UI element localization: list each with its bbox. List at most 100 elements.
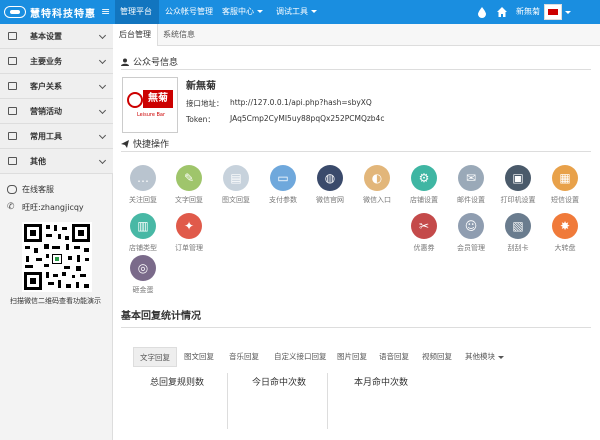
quick-op-gear[interactable]: ⚙ 店铺设置 xyxy=(402,165,448,211)
plane-icon xyxy=(121,140,129,148)
account-logo: 無菊 Leisure Bar xyxy=(122,77,178,133)
sidebar-item-customer-relations[interactable]: 客户关系 xyxy=(0,74,113,99)
quick-op-news[interactable]: ▤ 图文回复 xyxy=(214,165,260,211)
folder-icon xyxy=(8,57,17,65)
icon-glyph: ▧ xyxy=(512,219,524,233)
icon-glyph: ✦ xyxy=(183,219,195,233)
brand-name: 慧特科技特惠 xyxy=(30,9,96,20)
quick-op-printer[interactable]: ▣ 打印机设置 xyxy=(496,165,542,211)
quick-op-edit[interactable]: ✎ 文字回复 xyxy=(167,165,213,211)
quick-op-scratch[interactable]: ▧ 刮刮卡 xyxy=(496,213,542,259)
avatar[interactable] xyxy=(544,4,562,20)
account-section-title: 公众号信息 xyxy=(121,55,178,68)
section-title-text: 公众号信息 xyxy=(133,58,179,68)
topnav-item-debug-tools[interactable]: 调试工具 xyxy=(276,0,317,24)
topnav-label: 公众帐号管理 xyxy=(165,7,213,16)
logo-subtitle: Leisure Bar xyxy=(136,112,166,118)
quick-op-cart[interactable]: ✦ 订单管理 xyxy=(167,213,213,259)
icon-glyph: ◍ xyxy=(324,171,336,185)
chevron-down-icon[interactable] xyxy=(565,11,571,14)
quick-op-clipboard[interactable]: ▦ 短信设置 xyxy=(543,165,589,211)
stats-tab-4[interactable]: 图片回复 xyxy=(331,347,373,367)
sidebar-item-label: 常用工具 xyxy=(30,132,62,141)
sidebar: 基本设置 主要业务 客户关系 营销活动 常用工具 其他 在线客服 ✆ 旺旺:zh… xyxy=(0,24,113,440)
sidebar-item-main-business[interactable]: 主要业务 xyxy=(0,49,113,74)
icon-glyph: ✎ xyxy=(183,171,195,185)
sidebar-item-other[interactable]: 其他 xyxy=(0,149,113,174)
stats-tab-6[interactable]: 视频回复 xyxy=(416,347,458,367)
quick-op-mail[interactable]: ✉ 邮件设置 xyxy=(449,165,495,211)
sidebar-item-label: 主要业务 xyxy=(30,57,62,66)
quick-op-label: 大转盘 xyxy=(554,244,576,252)
topnav-item-service-center[interactable]: 客服中心 xyxy=(222,0,263,24)
cube-icon xyxy=(8,32,17,40)
droplet-icon[interactable] xyxy=(476,6,488,18)
chevron-down-icon xyxy=(311,10,317,13)
api-url-value: http://127.0.0.1/api.php?hash=sbyXQ xyxy=(230,98,372,107)
icon-glyph: … xyxy=(137,171,149,185)
icon-glyph: ◎ xyxy=(137,261,149,275)
stats-tabs: 文字回复 图文回复 音乐回复 自定义接口回复 图片回复 语音回复 视频回复 其他模块 xyxy=(133,347,533,367)
stat-today-hits: 今日命中次数 xyxy=(231,375,327,427)
qr-caption: 扫描微信二维码查看功能演示 xyxy=(10,297,101,305)
tab-label: 后台管理 xyxy=(119,30,151,39)
icon-glyph: ⚙ xyxy=(418,171,430,185)
chevron-down-icon xyxy=(98,56,107,65)
icon-glyph: ✉ xyxy=(465,171,477,185)
monitor-icon xyxy=(8,157,17,165)
sidebar-item-tools[interactable]: 常用工具 xyxy=(0,124,113,149)
chevron-down-icon xyxy=(98,106,107,115)
tab-backend-admin[interactable]: 后台管理 xyxy=(113,24,158,46)
home-icon[interactable] xyxy=(496,6,508,18)
wangwang-contact[interactable]: ✆ 旺旺:zhangjicqy xyxy=(7,202,84,214)
menu-toggle-icon[interactable]: ≡ xyxy=(101,5,110,18)
quick-op-label: 订单管理 xyxy=(175,244,203,252)
divider xyxy=(227,373,228,429)
icon-glyph: ▭ xyxy=(277,171,289,185)
coupon-icon: ✂ xyxy=(411,213,437,239)
chat-icon: … xyxy=(130,165,156,191)
egg-icon: ◎ xyxy=(130,255,156,281)
sidebar-item-marketing[interactable]: 营销活动 xyxy=(0,99,113,124)
news-icon: ▤ xyxy=(223,165,249,191)
stats-tab-0[interactable]: 文字回复 xyxy=(133,347,177,367)
api-url-row: 接口地址： http://127.0.0.1/api.php?hash=sbyX… xyxy=(186,98,372,109)
quick-op-wheel[interactable]: ✸ 大转盘 xyxy=(543,213,589,259)
online-service-link[interactable]: 在线客服 xyxy=(7,184,54,196)
divider xyxy=(327,373,328,429)
stats-tab-5[interactable]: 语音回复 xyxy=(373,347,415,367)
quick-op-card[interactable]: ▭ 支付参数 xyxy=(261,165,307,211)
stats-tab-2[interactable]: 音乐回复 xyxy=(223,347,265,367)
api-url-label: 接口地址： xyxy=(186,99,224,108)
stats-tab-7[interactable]: 其他模块 xyxy=(459,347,510,367)
chat-bubble-icon xyxy=(7,185,17,194)
current-user-name[interactable]: 新無菊 xyxy=(516,0,540,24)
quick-op-member[interactable]: ☺ 会员管理 xyxy=(449,213,495,259)
brand-logo-icon xyxy=(4,6,26,18)
main-content: 公众号信息 無菊 Leisure Bar 新無菊 接口地址： http://12… xyxy=(113,47,600,440)
chevron-down-icon xyxy=(257,10,263,13)
phone-icon: ✆ xyxy=(7,202,15,212)
sidebar-item-label: 基本设置 xyxy=(30,32,62,41)
wrench-icon xyxy=(8,132,17,140)
account-name: 新無菊 xyxy=(186,81,216,92)
quick-op-egg[interactable]: ◎ 砸金蛋 xyxy=(121,255,167,301)
topnav-item-account-manage[interactable]: 公众帐号管理 xyxy=(165,0,213,24)
quick-op-globe[interactable]: ◍ 微信官网 xyxy=(308,165,354,211)
brand[interactable]: 慧特科技特惠 xyxy=(0,0,113,24)
divider xyxy=(121,69,591,70)
stats-tab-label: 图片回复 xyxy=(337,352,367,361)
tab-system-info[interactable]: 系统信息 xyxy=(157,24,201,46)
topnav-item-admin-platform[interactable]: 管理平台 xyxy=(115,0,159,24)
quick-op-palette[interactable]: ◐ 微信入口 xyxy=(355,165,401,211)
online-service-label: 在线客服 xyxy=(22,185,54,194)
stats-tab-label: 视频回复 xyxy=(422,352,452,361)
stats-tab-3[interactable]: 自定义接口回复 xyxy=(268,347,333,367)
sidebar-item-basic-settings[interactable]: 基本设置 xyxy=(0,24,113,49)
quick-op-coupon[interactable]: ✂ 优惠券 xyxy=(402,213,448,259)
stat-column-label: 今日命中次数 xyxy=(251,378,306,388)
stats-title: 基本回复统计情况 xyxy=(121,311,201,322)
stat-column-label: 本月命中次数 xyxy=(353,378,408,388)
cart-icon: ✦ xyxy=(176,213,202,239)
stats-tab-1[interactable]: 图文回复 xyxy=(178,347,220,367)
